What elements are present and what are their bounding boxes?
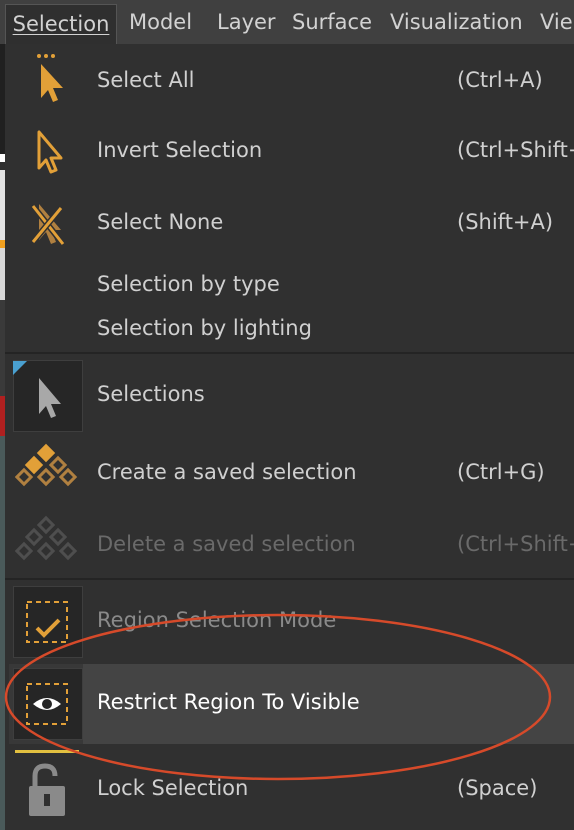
menu-surface[interactable]: Surface bbox=[292, 0, 372, 44]
delete-saved-selection-shortcut: (Ctrl+Shift+ bbox=[457, 532, 574, 556]
selection-by-type-label: Selection by type bbox=[97, 272, 280, 296]
menu-item-create-saved-selection[interactable]: Create a saved selection (Ctrl+G) bbox=[5, 438, 574, 506]
invert-selection-shortcut: (Ctrl+Shift+ bbox=[457, 138, 574, 162]
lock-open-icon bbox=[29, 763, 65, 816]
menu-model[interactable]: Model bbox=[129, 0, 192, 44]
menu-model-label: Model bbox=[129, 10, 193, 34]
menu-item-delete-saved-selection[interactable]: Delete a saved selection (Ctrl+Shift+ bbox=[5, 510, 574, 578]
delete-saved-selection-icon bbox=[15, 515, 78, 561]
menu-layer-label: Layer bbox=[217, 10, 276, 34]
menu-view[interactable]: Vie bbox=[540, 0, 573, 44]
create-saved-selection-icon bbox=[15, 443, 78, 487]
region-eye-icon bbox=[26, 683, 68, 725]
select-none-shortcut: (Shift+A) bbox=[457, 210, 554, 234]
select-all-icon bbox=[37, 54, 63, 102]
menu-item-selections[interactable]: Selections bbox=[5, 358, 574, 434]
create-saved-selection-label: Create a saved selection bbox=[97, 460, 357, 484]
lock-selection-label: Lock Selection bbox=[97, 776, 249, 800]
menu-surface-label: Surface bbox=[292, 10, 373, 34]
menu-item-lock-selection[interactable]: Lock Selection (Space) bbox=[5, 746, 574, 826]
menu-layer[interactable]: Layer bbox=[217, 0, 276, 44]
selection-by-lighting-label: Selection by lighting bbox=[97, 316, 312, 340]
menu-visualization[interactable]: Visualization bbox=[390, 0, 523, 44]
menu-separator bbox=[5, 352, 574, 354]
invert-selection-label: Invert Selection bbox=[97, 138, 263, 162]
menu-visualization-label: Visualization bbox=[390, 10, 523, 34]
invert-selection-icon bbox=[37, 130, 63, 174]
create-saved-selection-shortcut: (Ctrl+G) bbox=[457, 460, 545, 484]
restrict-region-to-visible-label: Restrict Region To Visible bbox=[97, 690, 360, 714]
menu-item-invert-selection[interactable]: Invert Selection (Ctrl+Shift+ bbox=[5, 118, 574, 184]
lock-state-indicator bbox=[15, 750, 79, 753]
selection-dropdown-menu: Select All (Ctrl+A) Invert Selection (Ct… bbox=[5, 44, 574, 830]
select-all-label: Select All bbox=[97, 68, 195, 92]
select-all-shortcut: (Ctrl+A) bbox=[457, 68, 543, 92]
menu-item-selection-by-lighting[interactable]: Selection by lighting bbox=[5, 310, 574, 350]
app-window: Selection Model Layer Surface Visualizat… bbox=[0, 0, 574, 830]
menu-view-label: Vie bbox=[540, 10, 573, 34]
delete-saved-selection-label: Delete a saved selection bbox=[97, 532, 356, 556]
select-none-label: Select None bbox=[97, 210, 224, 234]
menubar: Selection Model Layer Surface Visualizat… bbox=[0, 0, 574, 45]
menu-item-selection-by-type[interactable]: Selection by type bbox=[5, 266, 574, 306]
menu-separator bbox=[5, 578, 574, 580]
menu-item-restrict-region-to-visible[interactable]: Restrict Region To Visible bbox=[5, 664, 574, 744]
selections-label: Selections bbox=[97, 382, 205, 406]
menu-item-select-none[interactable]: Select None (Shift+A) bbox=[5, 190, 574, 256]
menu-selection-label: Selection bbox=[12, 12, 110, 36]
select-none-icon bbox=[30, 204, 66, 246]
selections-cursor-icon bbox=[39, 378, 61, 418]
region-selection-checked-icon bbox=[26, 601, 68, 643]
region-selection-mode-label: Region Selection Mode bbox=[97, 608, 337, 632]
lock-selection-shortcut: (Space) bbox=[457, 776, 538, 800]
menu-selection[interactable]: Selection bbox=[5, 4, 117, 45]
menu-item-select-all[interactable]: Select All (Ctrl+A) bbox=[5, 48, 574, 114]
menu-item-region-selection-mode[interactable]: Region Selection Mode bbox=[5, 584, 574, 660]
